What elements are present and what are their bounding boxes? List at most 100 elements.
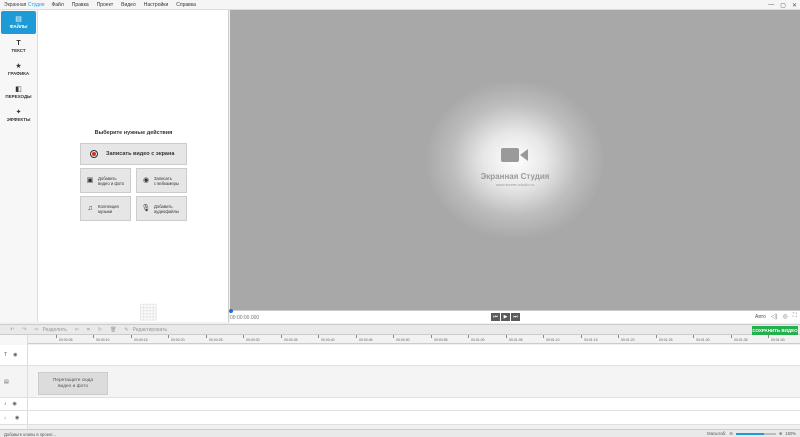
playhead-marker[interactable]: [229, 309, 233, 313]
add-audio-button[interactable]: 🎙 Добавить аудиофайлы: [136, 196, 187, 221]
video-track-header: ▤: [0, 366, 28, 397]
ruler-tick: 00:00:50: [393, 335, 410, 342]
zoom-out-icon[interactable]: ⊖: [729, 431, 733, 436]
eye-icon[interactable]: ◉: [13, 401, 17, 407]
window-controls: — ▢ ✕: [768, 0, 797, 10]
previous-icon[interactable]: ⏮: [491, 313, 500, 321]
zoom-in-icon[interactable]: ⊕: [779, 431, 783, 436]
music-track-header: ♪ ◉: [0, 398, 28, 410]
edit-toolbar: ↶ ↷ ✂ Разделить ✄ ⌗ ↻ 🗑 ✎ Редактировать …: [0, 324, 800, 335]
ruler-tick: 00:00:35: [281, 335, 298, 342]
menu-edit[interactable]: Правка: [68, 2, 93, 8]
add-audio-label: Добавить аудиофайлы: [154, 203, 179, 214]
zoom-label: Масштаб:: [707, 431, 727, 436]
tool-rail: ▤ ФАЙЛЫ T ТЕКСТ ★ ГРАФИКА ◧ ПЕРЕХОДЫ ✦ Э…: [0, 10, 38, 322]
edit-icon[interactable]: ✎: [120, 327, 132, 333]
ruler-tick: 00:00:40: [318, 335, 335, 342]
text-track-icon: T: [4, 352, 8, 358]
film-strip-icon: ▣: [86, 177, 94, 184]
record-webcam-label: Записать с вебкамеры: [154, 175, 179, 186]
status-bar: Добавьте клипы в проект... Масштаб: ⊖ ⊕ …: [0, 429, 800, 437]
menu-help[interactable]: Справка: [172, 2, 200, 8]
tab-files-label: ФАЙЛЫ: [9, 24, 28, 29]
undo-icon[interactable]: ↶: [0, 327, 18, 333]
tab-transitions[interactable]: ◧ ПЕРЕХОДЫ: [0, 81, 37, 104]
delete-icon[interactable]: 🗑: [106, 327, 120, 333]
close-icon[interactable]: ✕: [792, 2, 797, 9]
menu-bar: Экранная Студия Файл Правка Проект Видео…: [0, 0, 800, 10]
record-screen-label: Записать видео с экрана: [106, 151, 175, 157]
fullscreen-icon[interactable]: ⛶: [793, 313, 797, 320]
snapshot-icon[interactable]: ◎: [783, 313, 788, 320]
ruler-tick: 00:01:20: [618, 335, 635, 342]
app-title: Экранная Студия: [4, 1, 45, 8]
ruler-tick: 00:00:15: [131, 335, 148, 342]
film-icon: ▤: [15, 16, 22, 23]
zoom-value: 150%: [785, 431, 796, 436]
current-time: 00:00:00.000: [230, 315, 260, 321]
tab-effects[interactable]: ✦ ЭФФЕКТЫ: [0, 104, 37, 127]
record-icon: [90, 150, 98, 158]
video-preview: Экранная Студия www.screen-studio.ru: [230, 10, 800, 310]
eye-icon[interactable]: ◉: [15, 415, 19, 421]
tab-effects-label: ЭФФЕКТЫ: [6, 117, 31, 122]
minimize-icon[interactable]: —: [768, 2, 774, 8]
add-video-photo-label: Добавить видео и фото: [98, 175, 125, 186]
zoom-slider[interactable]: [735, 432, 776, 435]
music-note-icon: ♪: [4, 401, 7, 407]
files-panel: Выберите нужные действия Записать видео …: [38, 10, 229, 323]
ruler-tick: 00:01:40: [768, 335, 785, 342]
eye-icon[interactable]: ◉: [13, 352, 17, 358]
split-icon[interactable]: ✂: [30, 327, 42, 333]
tab-text-label: ТЕКСТ: [11, 48, 26, 53]
add-video-photo-button[interactable]: ▣ Добавить видео и фото: [80, 168, 131, 193]
text-track[interactable]: T ◉: [0, 345, 800, 366]
ruler-tick: 00:01:15: [581, 335, 598, 342]
menu-video[interactable]: Видео: [117, 2, 140, 8]
play-icon[interactable]: ▶: [501, 313, 510, 321]
tab-files[interactable]: ▤ ФАЙЛЫ: [1, 11, 36, 34]
panel-heading: Выберите нужные действия: [94, 130, 173, 136]
maximize-icon[interactable]: ▢: [780, 2, 786, 9]
ruler-tick: 00:01:10: [543, 335, 560, 342]
volume-icon[interactable]: ◁): [771, 313, 778, 320]
ruler-tick: 00:01:30: [693, 335, 710, 342]
menu-project[interactable]: Проект: [93, 2, 117, 8]
redo-icon[interactable]: ↷: [18, 327, 30, 333]
ruler-tick: 00:00:10: [93, 335, 110, 342]
edit-button[interactable]: Редактировать: [133, 327, 172, 333]
tab-transitions-label: ПЕРЕХОДЫ: [5, 94, 32, 99]
preview-brand: Экранная Студия: [480, 172, 550, 181]
tab-graphics[interactable]: ★ ГРАФИКА: [0, 58, 37, 81]
save-video-button[interactable]: СОХРАНИТЬ ВИДЕО: [752, 326, 798, 335]
tab-graphics-label: ГРАФИКА: [7, 71, 30, 76]
cut-icon[interactable]: ✄: [71, 327, 83, 333]
crop-icon[interactable]: ⌗: [83, 327, 94, 333]
ruler-tick: 00:00:30: [243, 335, 260, 342]
record-webcam-button[interactable]: ◉ Записать с вебкамеры: [136, 168, 187, 193]
menu-file[interactable]: Файл: [47, 2, 67, 8]
video-track[interactable]: ▤: [0, 366, 800, 398]
voice-track-header: ♩ ◉: [0, 411, 28, 424]
next-icon[interactable]: ⏭: [511, 313, 520, 321]
rotate-icon[interactable]: ↻: [94, 327, 106, 333]
tab-text[interactable]: T ТЕКСТ: [0, 35, 37, 58]
music-collection-button[interactable]: ♫ Коллекция музыки: [80, 196, 131, 221]
zoom-slider-fill: [735, 432, 764, 435]
video-dropzone[interactable]: Перетащите сюда видео и фото: [38, 372, 108, 395]
aspect-select[interactable]: Авто: [755, 314, 766, 320]
split-button[interactable]: Разделить: [43, 327, 71, 333]
timeline-ruler[interactable]: 00:00:05 00:00:10 00:00:15 00:00:20 00:0…: [28, 335, 800, 344]
record-screen-button[interactable]: Записать видео с экрана: [80, 143, 187, 165]
video-camera-icon: [501, 148, 528, 162]
ruler-tick: 00:00:25: [206, 335, 223, 342]
voice-track[interactable]: ♩ ◉: [0, 411, 800, 425]
video-track-icon: ▤: [4, 378, 9, 385]
music-track[interactable]: ♪ ◉: [0, 398, 800, 411]
app-window: Экранная Студия Файл Правка Проект Видео…: [0, 0, 800, 437]
ruler-tick: 00:00:20: [168, 335, 185, 342]
star-icon: ★: [15, 63, 22, 70]
decorative-media-icon: ▦: [138, 298, 159, 323]
menu-settings[interactable]: Настройки: [140, 2, 173, 8]
ruler-tick: 00:00:05: [56, 335, 73, 342]
